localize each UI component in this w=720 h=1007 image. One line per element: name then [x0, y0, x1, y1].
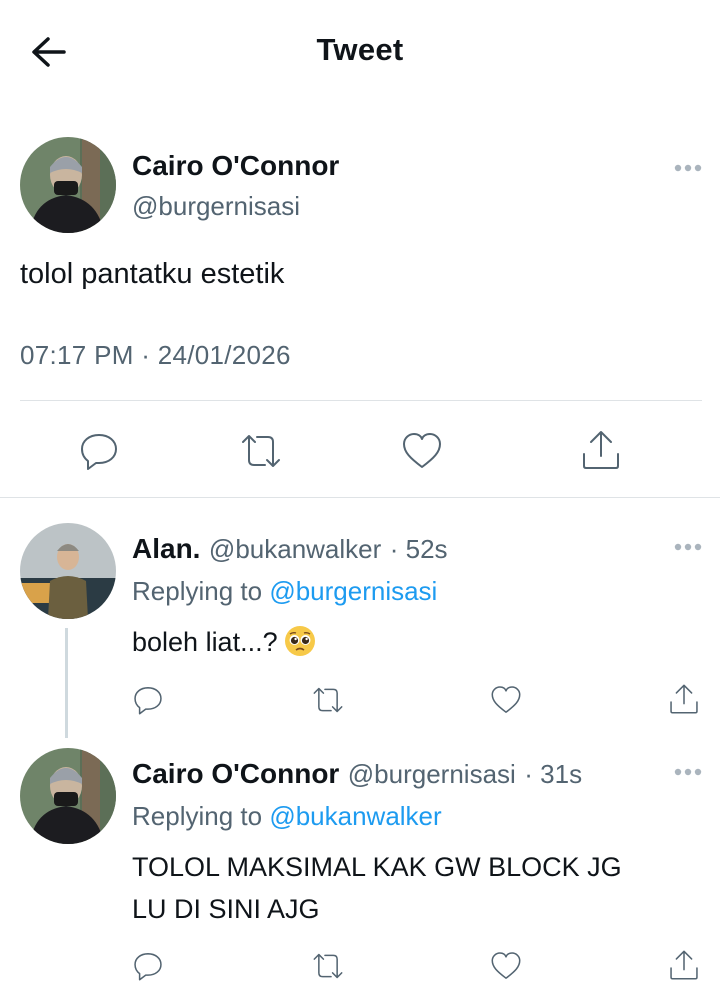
reply-author-name[interactable]: Cairo O'Connor: [132, 758, 339, 789]
tweet-text: tolol pantatku estetik: [20, 258, 285, 290]
reply-button[interactable]: [132, 950, 164, 982]
avatar[interactable]: [20, 748, 116, 844]
avatar-image: [20, 137, 116, 233]
reply-text: TOLOL MAKSIMAL KAK GW BLOCK JG LU DI SIN…: [132, 846, 692, 930]
like-icon: [403, 433, 441, 468]
thread-line: [65, 628, 68, 738]
replying-to: Replying to @burgernisasi: [132, 576, 437, 607]
share-icon: [670, 684, 698, 714]
avatar-image: [20, 523, 116, 619]
retweet-icon: [242, 435, 280, 467]
avatar-image: [20, 748, 116, 844]
reply-header: Alan. @bukanwalker · 52s: [132, 533, 448, 565]
more-icon: [674, 164, 702, 172]
author-name[interactable]: Cairo O'Connor: [132, 150, 339, 182]
section-divider: [0, 497, 720, 498]
retweet-button[interactable]: [310, 950, 346, 982]
reply-header: Cairo O'Connor @burgernisasi · 31s: [132, 758, 582, 790]
author-handle[interactable]: @burgernisasi: [132, 191, 300, 222]
more-options-button[interactable]: [672, 765, 708, 779]
reply-text: boleh liat...?: [132, 621, 316, 663]
more-options-button[interactable]: [672, 540, 708, 554]
like-button[interactable]: [490, 684, 522, 716]
like-button[interactable]: [490, 950, 522, 982]
more-options-button[interactable]: [672, 161, 708, 175]
share-button[interactable]: [668, 682, 700, 716]
reply-time: · 31s: [524, 759, 583, 789]
reply-text-content: boleh liat...?: [132, 627, 278, 657]
replying-to-label: Replying to: [132, 576, 263, 606]
reply-button[interactable]: [132, 684, 164, 716]
reply-author-name[interactable]: Alan.: [132, 533, 200, 564]
share-button[interactable]: [668, 948, 700, 982]
avatar[interactable]: [20, 137, 116, 233]
retweet-icon: [313, 687, 343, 713]
share-icon: [583, 431, 619, 469]
page-title: Tweet: [316, 32, 404, 67]
reply-button[interactable]: [78, 430, 120, 472]
reply-icon: [134, 687, 162, 715]
more-icon: [674, 543, 702, 551]
retweet-button[interactable]: [238, 430, 284, 472]
reply-author-handle[interactable]: @burgernisasi: [348, 759, 516, 789]
replying-to: Replying to @bukanwalker: [132, 801, 442, 832]
pleading-face-emoji: [284, 626, 315, 656]
reply-author-handle[interactable]: @bukanwalker: [209, 534, 381, 564]
retweet-button[interactable]: [310, 684, 346, 716]
reply-time: · 52s: [389, 534, 448, 564]
reply-icon: [81, 434, 117, 470]
reply-icon: [134, 953, 162, 981]
divider: [20, 400, 702, 401]
share-icon: [670, 950, 698, 980]
share-button[interactable]: [580, 428, 622, 472]
tweet-timestamp: 07:17 PM · 24/01/2026: [20, 340, 291, 370]
replying-to-label: Replying to: [132, 801, 263, 831]
retweet-icon: [313, 953, 343, 979]
avatar[interactable]: [20, 523, 116, 619]
reply-text-line: TOLOL MAKSIMAL KAK GW BLOCK JG: [132, 852, 622, 882]
more-icon: [674, 768, 702, 776]
like-icon: [491, 686, 521, 713]
mention-link[interactable]: @bukanwalker: [269, 801, 441, 831]
like-icon: [491, 952, 521, 979]
like-button[interactable]: [401, 430, 443, 472]
reply-text-line: LU DI SINI AJG: [132, 894, 320, 924]
mention-link[interactable]: @burgernisasi: [269, 576, 437, 606]
